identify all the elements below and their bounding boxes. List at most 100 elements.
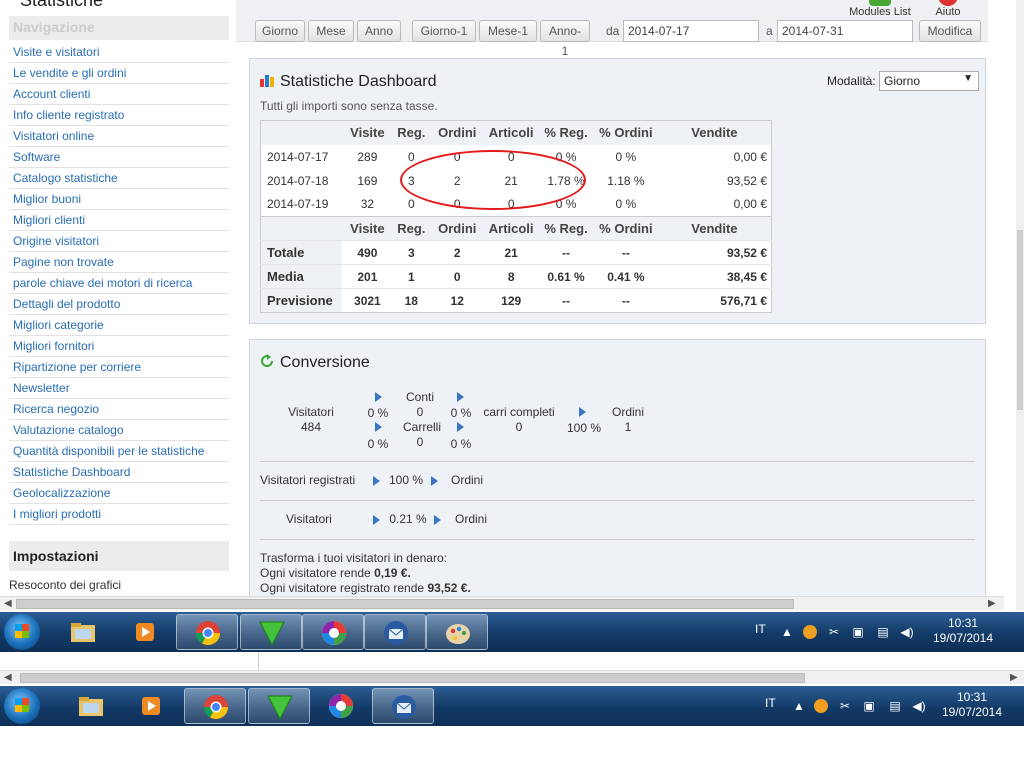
- thunderbird-icon: [384, 621, 408, 645]
- sidebar-nav-item[interactable]: Pagine non trovate: [9, 252, 229, 273]
- mode-select[interactable]: Giorno ▼: [879, 71, 979, 91]
- taskbar-paint[interactable]: [426, 614, 488, 650]
- help-link[interactable]: Aiuto: [926, 0, 970, 18]
- submit-dates-button[interactable]: Modifica: [919, 20, 981, 42]
- sidebar-nav-item[interactable]: Statistiche Dashboard: [9, 462, 229, 483]
- show-hidden-icons[interactable]: ▲: [792, 699, 806, 713]
- sidebar-nav-item[interactable]: Catalogo statistiche: [9, 168, 229, 189]
- sidebar-nav-item[interactable]: Account clienti: [9, 84, 229, 105]
- dashboard-panel: Statistiche Dashboard Modalità: Giorno ▼ …: [249, 58, 986, 324]
- table-cell: 0 %: [615, 197, 637, 212]
- volume-icon[interactable]: ◀): [900, 625, 914, 639]
- sidebar-nav-item[interactable]: Migliori fornitori: [9, 336, 229, 357]
- sidebar-nav-item[interactable]: parole chiave dei motori di ricerca: [9, 273, 229, 294]
- tray-tool-icon[interactable]: ✂: [838, 699, 852, 713]
- table-cell: 129: [484, 288, 539, 313]
- taskbar-picasa[interactable]: [310, 688, 372, 724]
- sidebar-nav-item[interactable]: Origine visitatori: [9, 231, 229, 252]
- table-cell: 2: [453, 173, 461, 188]
- sidebar-nav-item[interactable]: Miglior buoni: [9, 189, 229, 210]
- start-button[interactable]: [4, 688, 40, 724]
- sidebar-nav-item[interactable]: I migliori prodotti: [9, 504, 229, 525]
- green-triangle-icon: [259, 621, 285, 647]
- previous-month-button[interactable]: Mese-1: [479, 20, 537, 42]
- column-header: [260, 216, 343, 241]
- to-date-input[interactable]: 2014-07-31: [777, 20, 913, 42]
- taskbar-media-player[interactable]: [114, 614, 176, 650]
- sidebar-nav-item[interactable]: Software: [9, 147, 229, 168]
- sidebar-nav-item[interactable]: Quantità disponibili per le statistiche: [9, 441, 229, 462]
- taskbar-app-green[interactable]: [240, 614, 302, 650]
- taskbar-thunderbird[interactable]: [364, 614, 426, 650]
- table-cell: 18: [392, 288, 431, 313]
- network-icon[interactable]: ▤: [888, 699, 902, 713]
- volume-icon[interactable]: ◀): [912, 699, 926, 713]
- table-cell: --: [593, 240, 658, 265]
- arrow-right-icon: [457, 392, 464, 402]
- pct-visitors-carts: 0 %: [367, 437, 389, 451]
- tray-app-icon[interactable]: [814, 699, 828, 713]
- taskbar-app-green[interactable]: [248, 688, 310, 724]
- tray-tool-icon[interactable]: ✂: [827, 625, 841, 639]
- sidebar-nav-item[interactable]: Migliori clienti: [9, 210, 229, 231]
- arrow-right-icon: [373, 515, 380, 525]
- taskbar-media-player[interactable]: [120, 688, 182, 724]
- sidebar-nav-item[interactable]: Newsletter: [9, 378, 229, 399]
- summary-label: Previsione: [260, 288, 343, 313]
- sidebar-nav-item[interactable]: Visite e visitatori: [9, 42, 229, 63]
- navigation-list: Visite e visitatori Le vendite e gli ordi…: [9, 42, 229, 525]
- tray-app-icon[interactable]: [803, 625, 817, 639]
- pct-accounts-full: 0 %: [450, 406, 472, 420]
- year-button[interactable]: Anno: [357, 20, 401, 42]
- start-button[interactable]: [4, 614, 40, 650]
- bar-chart-icon: [260, 75, 274, 87]
- mode-label: Modalità:: [827, 74, 876, 88]
- vertical-scrollbar[interactable]: [1016, 0, 1024, 610]
- network-icon[interactable]: ▤: [876, 625, 890, 639]
- sidebar-nav-item[interactable]: Ricerca negozio: [9, 399, 229, 420]
- from-date-input[interactable]: 2014-07-17: [623, 20, 759, 42]
- sidebar-nav-item[interactable]: Migliori categorie: [9, 315, 229, 336]
- clock[interactable]: 10:31 19/07/2014: [937, 690, 1007, 720]
- table-cell: 0 %: [555, 197, 577, 212]
- scroll-right-icon[interactable]: ▶: [988, 597, 996, 611]
- sidebar-nav-item[interactable]: Geolocalizzazione: [9, 483, 229, 504]
- sidebar-nav-item[interactable]: Info cliente registrato: [9, 105, 229, 126]
- sidebar-nav-item[interactable]: Le vendite e gli ordini: [9, 63, 229, 84]
- previous-day-button[interactable]: Giorno-1: [412, 20, 476, 42]
- taskbar-picasa[interactable]: [302, 614, 364, 650]
- scroll-right-icon[interactable]: ▶: [1010, 671, 1018, 685]
- taskbar-chrome[interactable]: [176, 614, 238, 650]
- horizontal-scroll-thumb[interactable]: [20, 673, 805, 683]
- clock[interactable]: 10:31 19/07/2014: [928, 616, 998, 646]
- sidebar-nav-item[interactable]: Valutazione catalogo: [9, 420, 229, 441]
- scroll-left-icon[interactable]: ◀: [4, 597, 12, 611]
- day-button[interactable]: Giorno: [255, 20, 305, 42]
- tray-display-icon[interactable]: ▣: [851, 625, 865, 639]
- taskbar-chrome[interactable]: [184, 688, 246, 724]
- taskbar-explorer[interactable]: [60, 688, 122, 724]
- to-label: a: [766, 24, 773, 38]
- sidebar-nav-item[interactable]: Dettagli del prodotto: [9, 294, 229, 315]
- modules-list-link[interactable]: Modules List: [842, 0, 918, 18]
- taskbar-explorer[interactable]: [52, 614, 114, 650]
- previous-year-button[interactable]: Anno-1: [540, 20, 590, 58]
- folder-icon: [71, 623, 95, 642]
- taskbar-thunderbird[interactable]: [372, 688, 434, 724]
- tray-display-icon[interactable]: ▣: [862, 699, 876, 713]
- table-cell: 0: [407, 197, 415, 212]
- scroll-left-icon[interactable]: ◀: [4, 671, 12, 685]
- horizontal-scroll-thumb[interactable]: [16, 599, 794, 609]
- month-button[interactable]: Mese: [308, 20, 354, 42]
- horizontal-scrollbar-lower[interactable]: ◀ ▶: [0, 670, 1024, 684]
- settings-link-graphs[interactable]: Resoconto dei grafici: [9, 578, 121, 592]
- vertical-scroll-thumb[interactable]: [1017, 230, 1023, 410]
- show-hidden-icons[interactable]: ▲: [780, 625, 794, 639]
- sidebar-nav-item[interactable]: Visitatori online: [9, 126, 229, 147]
- table-cell: 2014-07-17: [267, 149, 329, 164]
- table-cell: 1.18 %: [607, 173, 645, 188]
- language-indicator[interactable]: IT: [765, 696, 776, 710]
- language-indicator[interactable]: IT: [755, 622, 766, 636]
- horizontal-scrollbar[interactable]: ◀ ▶: [0, 596, 1004, 610]
- sidebar-nav-item[interactable]: Ripartizione per corriere: [9, 357, 229, 378]
